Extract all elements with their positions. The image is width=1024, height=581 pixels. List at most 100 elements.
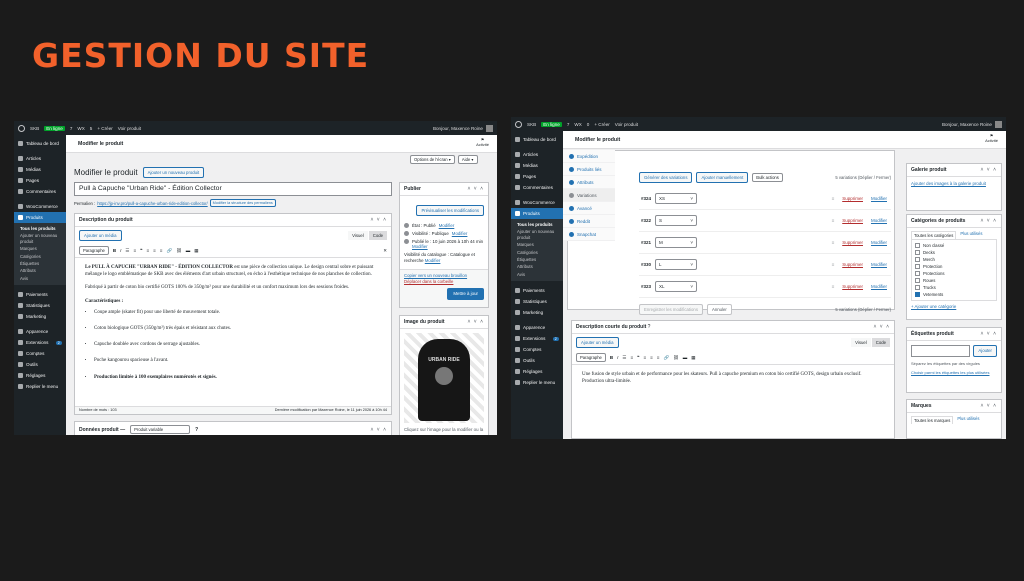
- align-center-icon[interactable]: ≡: [153, 248, 156, 253]
- site-name[interactable]: SKB: [527, 122, 536, 127]
- submenu-brands[interactable]: Marques: [14, 245, 66, 252]
- menu-woocommerce[interactable]: WooCommerce: [14, 201, 66, 212]
- site-name[interactable]: SKB: [30, 126, 39, 131]
- remove-link[interactable]: Supprimer: [842, 240, 863, 245]
- box-controls[interactable]: ˄ ˅ ˄: [370, 427, 387, 433]
- wordpress-logo-icon[interactable]: [515, 120, 522, 128]
- menu-posts[interactable]: Articles: [14, 153, 66, 164]
- tab-all-categories[interactable]: Toutes les catégories: [911, 231, 957, 239]
- tab-code[interactable]: Code: [871, 338, 890, 347]
- view-product-link[interactable]: Voir produit: [615, 122, 638, 127]
- new-menu[interactable]: + Créer: [97, 126, 112, 131]
- add-media-button[interactable]: Ajouter un média: [79, 230, 122, 241]
- tab-visual[interactable]: Visuel: [348, 231, 368, 240]
- quote-icon[interactable]: ❝: [637, 355, 639, 361]
- trash-link[interactable]: Déplacer dans la corbeille: [404, 279, 484, 285]
- box-controls[interactable]: ˄ ˅ ˄: [370, 217, 387, 223]
- format-select[interactable]: Paragraphe: [576, 353, 606, 362]
- avatar[interactable]: [995, 120, 1002, 128]
- menu-posts[interactable]: Articles: [511, 149, 563, 160]
- link-icon[interactable]: 🔗: [166, 248, 172, 254]
- product-image[interactable]: URBAN RIDE: [404, 333, 484, 423]
- menu-settings[interactable]: Réglages: [511, 366, 563, 377]
- box-controls[interactable]: ˄ ˅ ˄: [980, 218, 997, 224]
- menu-products[interactable]: Produits: [511, 208, 563, 219]
- tab-advanced[interactable]: Avancé: [563, 202, 615, 215]
- edit-link[interactable]: Modifier: [871, 262, 887, 267]
- size-select[interactable]: XL ˅: [655, 281, 698, 292]
- tab-all-brands[interactable]: Toutes les marques: [911, 416, 954, 424]
- comments-count[interactable]: 7: [567, 122, 570, 127]
- edit-link[interactable]: Modifier: [871, 218, 887, 223]
- menu-analytics[interactable]: Statistiques: [511, 296, 563, 307]
- greeting[interactable]: Bonjour, Maxence Roine: [942, 122, 992, 127]
- menu-payments[interactable]: Paiements: [14, 289, 66, 300]
- italic-icon[interactable]: I: [617, 355, 618, 360]
- menu-tools[interactable]: Outils: [14, 359, 66, 370]
- submenu-categories[interactable]: Catégories: [511, 249, 563, 256]
- avatar[interactable]: [486, 124, 493, 132]
- preview-button[interactable]: Prévisualiser les modifications: [416, 205, 484, 216]
- unlink-icon[interactable]: ⛓: [673, 355, 679, 361]
- more-icon[interactable]: ▬: [186, 248, 191, 253]
- tab-visual[interactable]: Visuel: [851, 338, 871, 347]
- menu-comments[interactable]: Commentaires: [14, 186, 66, 197]
- category-checkbox[interactable]: Protections: [915, 270, 993, 277]
- size-select[interactable]: L ˅: [655, 259, 698, 270]
- menu-analytics[interactable]: Statistiques: [14, 300, 66, 311]
- more-icon[interactable]: ▬: [683, 355, 688, 360]
- drag-icon[interactable]: ≡: [832, 240, 835, 245]
- submenu-brands[interactable]: Marques: [511, 241, 563, 248]
- menu-pages[interactable]: Pages: [14, 175, 66, 186]
- product-type-select[interactable]: Produit variable: [130, 425, 191, 434]
- tab-variations[interactable]: Variations: [563, 189, 615, 202]
- align-left-icon[interactable]: ≡: [147, 248, 150, 253]
- update-button[interactable]: Mettre à jour: [447, 288, 484, 300]
- edit-visibility-link[interactable]: Modifier: [452, 231, 468, 236]
- tab-most-used-brands[interactable]: Plus utilisés: [957, 416, 979, 424]
- category-checkbox[interactable]: Protection: [915, 263, 993, 270]
- woo-link[interactable]: WX: [77, 126, 84, 131]
- size-select[interactable]: M ˅: [655, 237, 698, 248]
- add-tag-button[interactable]: Ajouter: [973, 345, 997, 357]
- menu-plugins[interactable]: Extensions 2: [14, 337, 66, 348]
- woo-link[interactable]: WX: [574, 122, 581, 127]
- remove-link[interactable]: Supprimer: [842, 218, 863, 223]
- list-icon[interactable]: ☰: [125, 248, 129, 254]
- box-controls[interactable]: ˄ ˅ ˄: [467, 186, 484, 192]
- box-controls[interactable]: ˄ ˅ ˄: [873, 324, 890, 330]
- edit-link[interactable]: Modifier: [871, 240, 887, 245]
- box-controls[interactable]: ˄ ˅ ˄: [467, 319, 484, 325]
- menu-appearance[interactable]: Apparence: [511, 322, 563, 333]
- remove-link[interactable]: Supprimer: [842, 262, 863, 267]
- bold-icon[interactable]: B: [113, 248, 116, 253]
- size-select[interactable]: XS ˅: [655, 193, 698, 204]
- category-checkbox[interactable]: Trucks: [915, 284, 993, 291]
- box-controls[interactable]: ˄ ˅ ˄: [980, 403, 997, 409]
- menu-media[interactable]: Médias: [511, 160, 563, 171]
- menu-settings[interactable]: Réglages: [14, 370, 66, 381]
- tab-shipping[interactable]: Expédition: [563, 150, 615, 163]
- align-right-icon[interactable]: ≡: [657, 355, 660, 360]
- menu-tools[interactable]: Outils: [511, 355, 563, 366]
- variation-count-bottom[interactable]: 5 variations (Déplier / Fermer): [835, 307, 891, 312]
- category-checkbox[interactable]: Decks: [915, 249, 993, 256]
- bulk-actions-select[interactable]: Bulk actions: [752, 173, 783, 182]
- tab-attributes[interactable]: Attributs: [563, 176, 615, 189]
- menu-payments[interactable]: Paiements: [511, 285, 563, 296]
- activity-button[interactable]: ⚑ Activité: [476, 137, 489, 147]
- italic-icon[interactable]: I: [120, 248, 121, 253]
- greeting[interactable]: Bonjour, Maxence Roine: [433, 126, 483, 131]
- category-checkbox[interactable]: Vetements: [915, 291, 993, 298]
- drag-icon[interactable]: ≡: [832, 218, 835, 223]
- remove-link[interactable]: Supprimer: [842, 284, 863, 289]
- activity-button[interactable]: ⚑ Activité: [985, 133, 998, 143]
- menu-products[interactable]: Produits: [14, 212, 66, 223]
- edit-date-link[interactable]: Modifier: [412, 244, 428, 249]
- menu-marketing[interactable]: Marketing: [14, 311, 66, 322]
- align-left-icon[interactable]: ≡: [644, 355, 647, 360]
- submenu-add-product[interactable]: Ajouter un nouveau produit: [511, 228, 563, 241]
- drag-icon[interactable]: ≡: [832, 262, 835, 267]
- toolbar-toggle-icon[interactable]: ▦: [194, 248, 198, 254]
- table-row[interactable]: #323 XL ˅ ≡ Supprimer Modifier: [639, 276, 891, 298]
